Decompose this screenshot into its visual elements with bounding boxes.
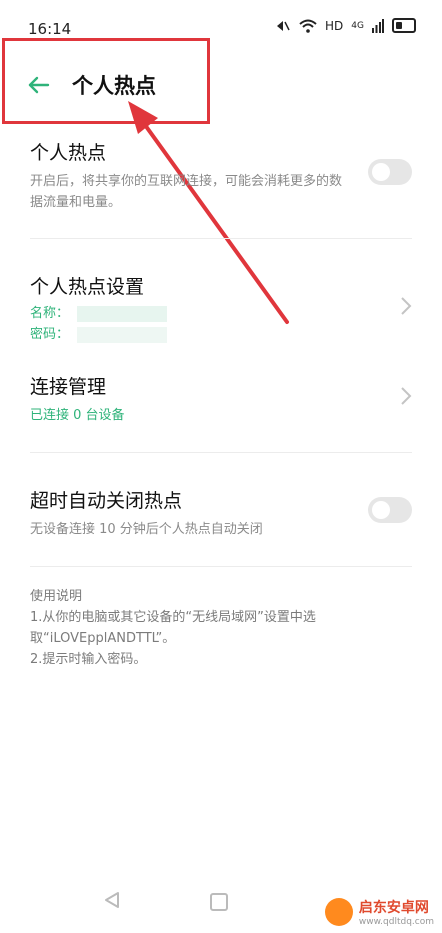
status-bar: 16:14 HD 4G [0, 0, 442, 52]
header: 个人热点 [0, 52, 442, 124]
wifi-icon [299, 19, 317, 33]
back-arrow-icon[interactable] [26, 72, 52, 98]
hotspot-password-label: 密码： [30, 327, 70, 342]
hotspot-name-label: 名称： [30, 306, 70, 321]
watermark-logo-icon [324, 898, 353, 926]
hotspot-password-value [77, 326, 168, 343]
hotspot-row: 个人热点 开启后，将共享你的互联网连接，可能会消耗更多的数据流量和电量。 [30, 138, 412, 213]
status-icons: HD 4G [275, 18, 416, 33]
nfc-icon [277, 20, 290, 31]
hotspot-desc: 开启后，将共享你的互联网连接，可能会消耗更多的数据流量和电量。 [30, 174, 343, 210]
watermark-name: 启东安卓网 [358, 900, 429, 916]
divider [30, 238, 412, 239]
status-time: 16:14 [28, 20, 72, 38]
watermark-url: www.qdltdq.com [358, 917, 434, 927]
battery-icon [392, 18, 416, 33]
hd-label: HD [325, 18, 344, 33]
chevron-right-icon [401, 387, 412, 405]
nav-home-icon[interactable] [210, 893, 228, 911]
usage-notes: 使用说明 1.从你的电脑或其它设备的“无线局域网”设置中选取“iLOVEpplA… [30, 586, 412, 670]
connection-management-title: 连接管理 [30, 376, 107, 398]
notes-line1: 1.从你的电脑或其它设备的“无线局域网”设置中选取“iLOVEpplANDTTL… [30, 610, 316, 646]
signal-icon [372, 18, 384, 33]
notes-heading: 使用说明 [30, 589, 83, 604]
hotspot-title: 个人热点 [30, 142, 107, 164]
network-label: 4G [351, 20, 364, 31]
hotspot-name: 名称： [30, 303, 412, 324]
auto-off-row: 超时自动关闭热点 无设备连接 10 分钟后个人热点自动关闭 [30, 486, 412, 540]
auto-off-title: 超时自动关闭热点 [30, 490, 183, 512]
hotspot-settings-row[interactable]: 个人热点设置 名称： 密码： [30, 272, 412, 345]
chevron-right-icon [401, 297, 412, 315]
notes-line2: 2.提示时输入密码。 [30, 652, 147, 667]
hotspot-toggle[interactable] [368, 159, 412, 185]
navigation-bar: 启东安卓网 www.qdltdq.com [0, 875, 442, 933]
hotspot-settings-title: 个人热点设置 [30, 276, 145, 298]
connection-status: 已连接 0 台设备 [30, 408, 125, 423]
divider [30, 566, 412, 567]
connection-management-row[interactable]: 连接管理 已连接 0 台设备 [30, 372, 412, 426]
auto-off-toggle[interactable] [368, 497, 412, 523]
nav-back-icon[interactable] [104, 891, 120, 909]
hotspot-name-value [77, 305, 168, 322]
hotspot-password: 密码： [30, 324, 412, 345]
auto-off-desc: 无设备连接 10 分钟后个人热点自动关闭 [30, 522, 263, 537]
page-title: 个人热点 [72, 74, 156, 98]
watermark: 启东安卓网 www.qdltdq.com [324, 897, 434, 927]
divider [30, 452, 412, 453]
